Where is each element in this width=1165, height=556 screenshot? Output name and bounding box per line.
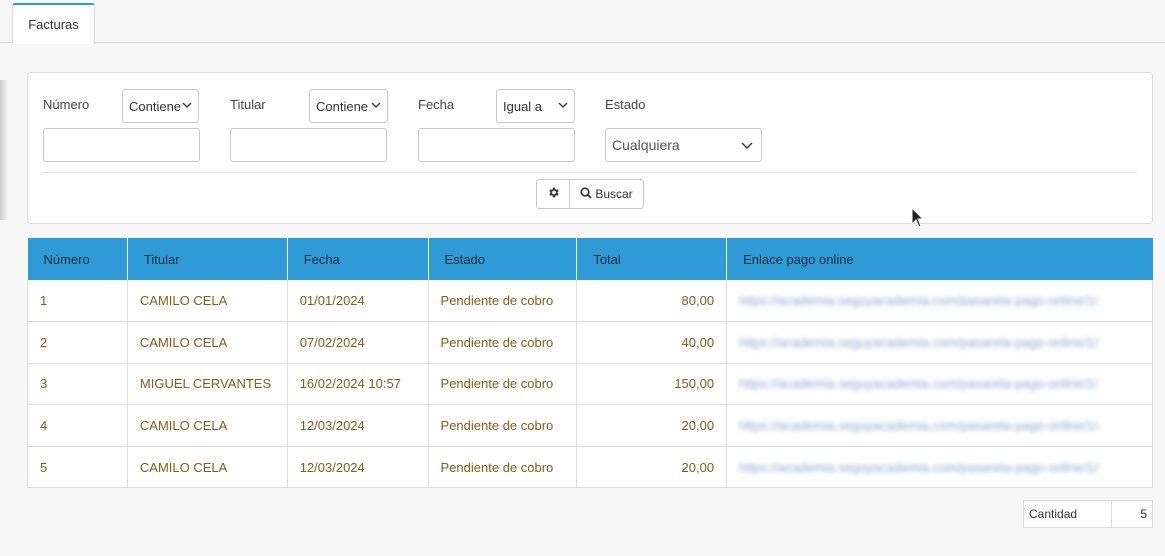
- table-row[interactable]: 2 CAMILO CELA 07/02/2024 Pendiente de co…: [27, 321, 1153, 364]
- cell-enlace[interactable]: https://academia.seguyacademia.com/pasar…: [726, 404, 1153, 447]
- cell-numero: 4: [27, 404, 128, 447]
- titular-input[interactable]: [230, 128, 387, 162]
- column-header-total[interactable]: Total: [576, 238, 728, 280]
- estado-select-value: Cualquiera: [612, 137, 680, 153]
- payment-link[interactable]: https://academia.seguyacademia.com/pasar…: [739, 418, 1099, 433]
- record-count-label: Cantidad: [1024, 501, 1112, 527]
- cell-fecha: 07/02/2024: [287, 321, 429, 364]
- column-header-estado[interactable]: Estado: [428, 238, 578, 280]
- payment-link[interactable]: https://academia.seguyacademia.com/pasar…: [739, 460, 1099, 475]
- numero-operator-value: Contiene: [129, 98, 182, 114]
- filter-divider: [43, 172, 1137, 173]
- cell-numero: 3: [27, 363, 128, 406]
- cell-numero: 2: [27, 321, 128, 364]
- search-button-label: Buscar: [595, 187, 633, 201]
- cell-estado: Pendiente de cobro: [428, 280, 578, 323]
- cell-total: 20,00: [576, 404, 728, 447]
- cell-titular: MIGUEL CERVANTES: [127, 363, 288, 406]
- cell-enlace[interactable]: https://academia.seguyacademia.com/pasar…: [726, 446, 1153, 489]
- gear-icon: [547, 186, 560, 202]
- cell-enlace[interactable]: https://academia.seguyacademia.com/pasar…: [726, 321, 1153, 364]
- tab-facturas[interactable]: Facturas: [12, 3, 95, 44]
- cell-fecha: 12/03/2024: [287, 446, 429, 489]
- table-row[interactable]: 4 CAMILO CELA 12/03/2024 Pendiente de co…: [27, 404, 1153, 447]
- cell-enlace[interactable]: https://academia.seguyacademia.com/pasar…: [726, 280, 1153, 323]
- cell-estado: Pendiente de cobro: [428, 446, 578, 489]
- left-panel-shadow: [0, 80, 8, 220]
- cell-enlace[interactable]: https://academia.seguyacademia.com/pasar…: [726, 363, 1153, 406]
- cell-total: 40,00: [576, 321, 728, 364]
- search-button[interactable]: Buscar: [570, 180, 643, 208]
- cell-estado: Pendiente de cobro: [428, 404, 578, 447]
- cell-titular: CAMILO CELA: [127, 280, 288, 323]
- cell-total: 80,00: [576, 280, 728, 323]
- cell-titular: CAMILO CELA: [127, 321, 288, 364]
- invoices-table: Número Titular Fecha Estado Total Enlace…: [27, 238, 1153, 489]
- cell-total: 20,00: [576, 446, 728, 489]
- filter-panel: Número Contiene Titular Contiene Fecha I…: [27, 72, 1153, 224]
- column-header-titular[interactable]: Titular: [127, 238, 288, 280]
- fecha-operator-select[interactable]: Igual a: [496, 89, 575, 123]
- chevron-down-icon: [182, 98, 192, 115]
- fecha-operator-value: Igual a: [503, 98, 543, 114]
- cell-fecha: 16/02/2024 10:57: [287, 363, 429, 406]
- chevron-down-icon: [741, 138, 753, 155]
- numero-input[interactable]: [43, 128, 200, 162]
- record-count: Cantidad 5: [1023, 500, 1153, 528]
- fecha-filter-label: Fecha: [418, 97, 455, 112]
- column-header-numero[interactable]: Número: [27, 238, 128, 280]
- cell-fecha: 12/03/2024: [287, 404, 429, 447]
- numero-operator-select[interactable]: Contiene: [122, 89, 199, 123]
- estado-select[interactable]: Cualquiera: [605, 128, 762, 162]
- settings-button[interactable]: [537, 180, 570, 208]
- record-count-value: 5: [1140, 507, 1147, 521]
- numero-filter-label: Número: [43, 97, 90, 112]
- fecha-input[interactable]: [418, 128, 575, 162]
- titular-operator-value: Contiene: [316, 98, 369, 114]
- column-header-fecha[interactable]: Fecha: [287, 238, 429, 280]
- table-row[interactable]: 1 CAMILO CELA 01/01/2024 Pendiente de co…: [27, 280, 1153, 323]
- table-row[interactable]: 3 MIGUEL CERVANTES 16/02/2024 10:57 Pend…: [27, 363, 1153, 406]
- chevron-down-icon: [558, 98, 568, 115]
- cell-estado: Pendiente de cobro: [428, 363, 578, 406]
- titular-filter-label: Titular: [230, 97, 266, 112]
- tab-bar: Facturas: [0, 0, 1165, 44]
- table-row[interactable]: 5 CAMILO CELA 12/03/2024 Pendiente de co…: [27, 446, 1153, 489]
- search-icon: [580, 186, 595, 202]
- payment-link[interactable]: https://academia.seguyacademia.com/pasar…: [739, 376, 1099, 391]
- cell-fecha: 01/01/2024: [287, 280, 429, 323]
- cell-numero: 1: [27, 280, 128, 323]
- titular-operator-select[interactable]: Contiene: [309, 89, 388, 123]
- cell-titular: CAMILO CELA: [127, 404, 288, 447]
- column-header-enlace[interactable]: Enlace pago online: [726, 238, 1153, 280]
- cell-total: 150,00: [576, 363, 728, 406]
- chevron-down-icon: [371, 98, 381, 115]
- payment-link[interactable]: https://academia.seguyacademia.com/pasar…: [739, 293, 1099, 308]
- table-header-row: Número Titular Fecha Estado Total Enlace…: [27, 238, 1153, 280]
- payment-link[interactable]: https://academia.seguyacademia.com/pasar…: [739, 335, 1099, 350]
- estado-filter-label: Estado: [605, 97, 646, 112]
- cell-estado: Pendiente de cobro: [428, 321, 578, 364]
- mouse-cursor-icon: [911, 206, 925, 232]
- cell-numero: 5: [27, 446, 128, 489]
- search-button-group: Buscar: [536, 179, 644, 209]
- cell-titular: CAMILO CELA: [127, 446, 288, 489]
